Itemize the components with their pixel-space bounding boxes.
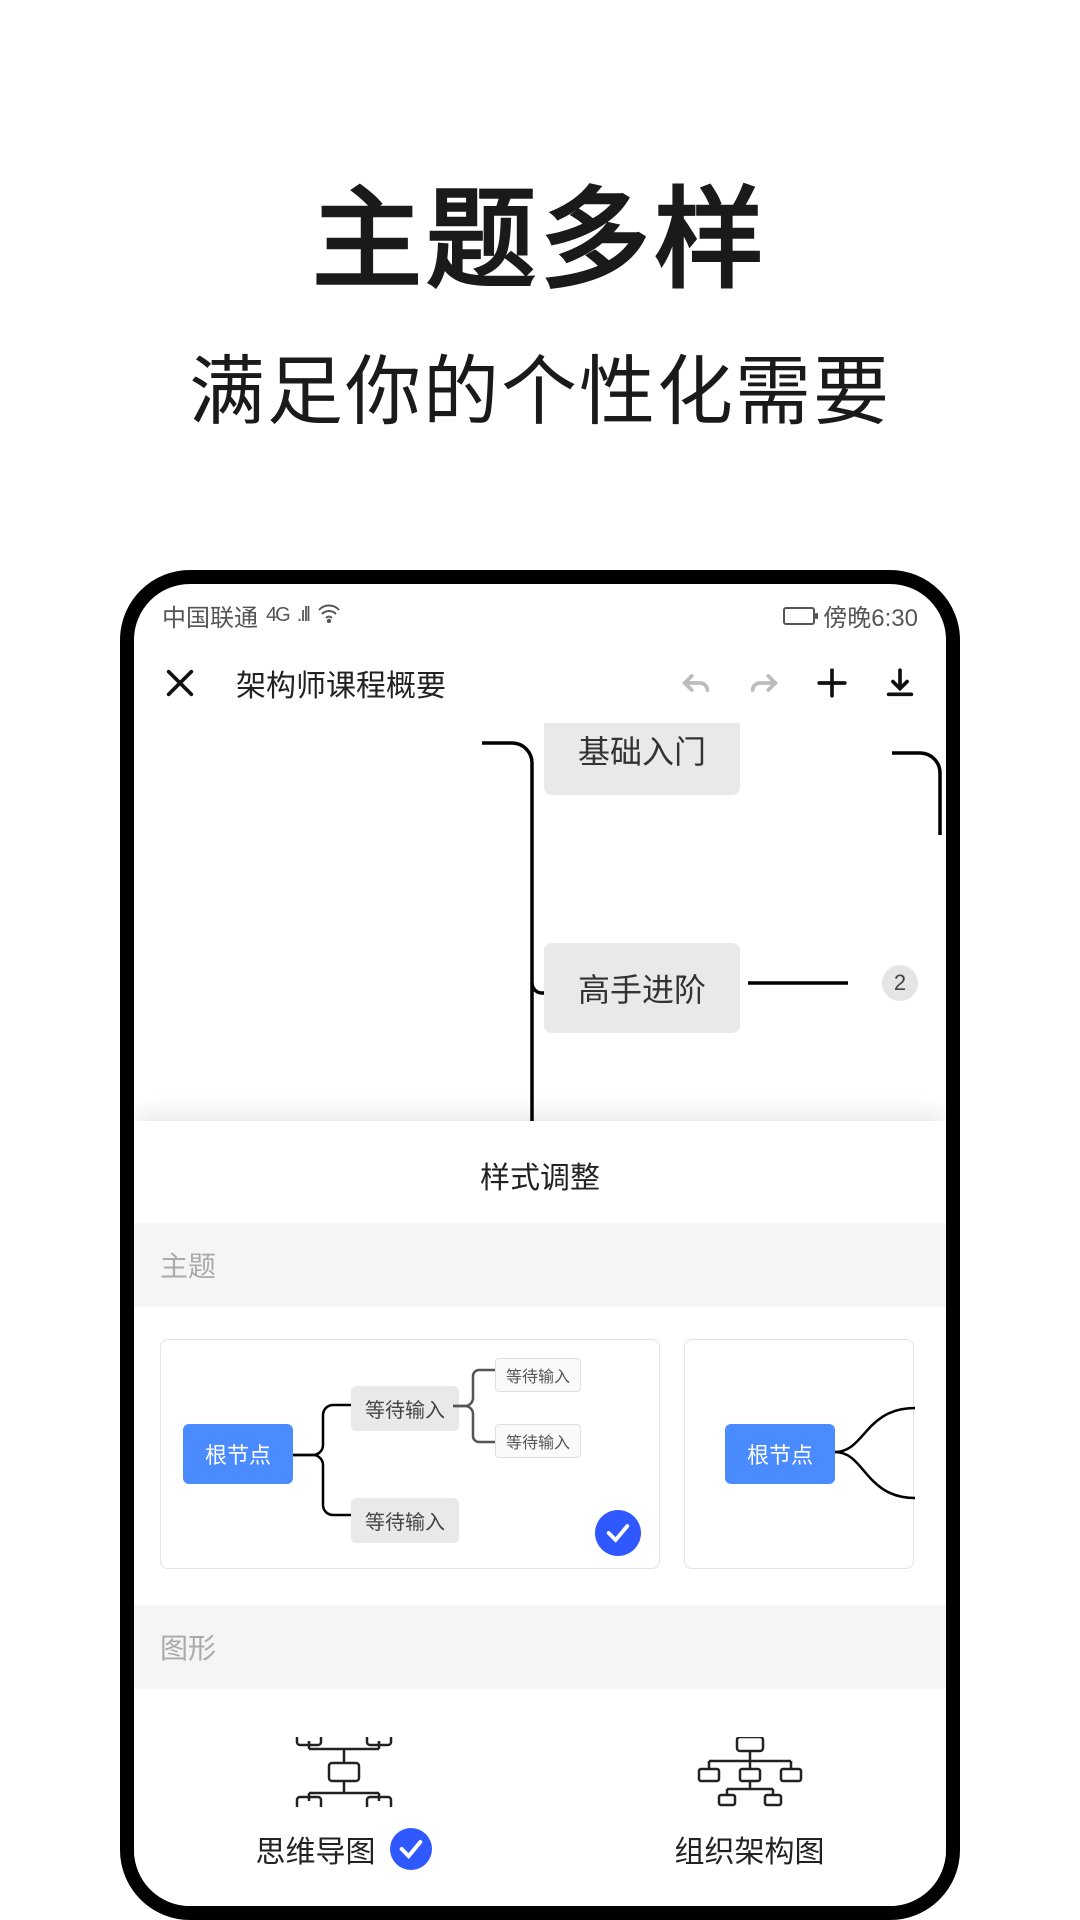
child-count-badge[interactable]: 2	[882, 965, 918, 1001]
shape-label: 思维导图	[256, 1827, 376, 1871]
hero-subtitle: 满足你的个性化需要	[189, 330, 891, 440]
close-icon[interactable]	[160, 663, 200, 703]
shape-option-orgchart[interactable]: 组织架构图	[675, 1737, 825, 1871]
carrier-label: 中国联通	[162, 598, 258, 633]
mini-leaf-node: 等待输入	[495, 1424, 581, 1458]
mini-root-node: 根节点	[183, 1424, 293, 1484]
shape-option-mindmap[interactable]: 思维导图	[256, 1737, 432, 1871]
sheet-title: 样式调整	[134, 1121, 946, 1223]
theme-option-1[interactable]: 根节点 等待输入 等待输入 等待输入 等待输入	[160, 1339, 660, 1569]
selected-check-icon	[595, 1510, 641, 1556]
mindmap-node[interactable]: 高手进阶	[544, 943, 740, 1033]
selected-check-icon	[390, 1828, 432, 1870]
mini-leaf-node: 等待输入	[495, 1358, 581, 1392]
marketing-hero: 主题多样 满足你的个性化需要	[189, 150, 891, 440]
theme-list: 根节点 等待输入 等待输入 等待输入 等待输入	[134, 1307, 946, 1605]
status-bar: 中国联通 4G .ıll 傍晚6:30	[134, 584, 946, 643]
add-icon[interactable]	[812, 663, 852, 703]
document-title: 架构师课程概要	[236, 661, 446, 705]
section-shape-heading: 图形	[134, 1605, 946, 1689]
undo-icon[interactable]	[676, 663, 716, 703]
mini-root-node: 根节点	[725, 1424, 835, 1484]
network-badge: 4G	[266, 604, 289, 627]
signal-icon: .ıll	[297, 604, 309, 627]
clock-label: 傍晚6:30	[823, 598, 918, 633]
section-theme-heading: 主题	[134, 1223, 946, 1307]
download-icon[interactable]	[880, 663, 920, 703]
shape-label: 组织架构图	[675, 1827, 825, 1871]
mindmap-shape-icon	[289, 1737, 399, 1807]
theme-option-2[interactable]: 根节点	[684, 1339, 914, 1569]
battery-icon	[783, 607, 815, 625]
device-frame: 中国联通 4G .ıll 傍晚6:30 架构师课程概要	[120, 570, 960, 1920]
redo-icon[interactable]	[744, 663, 784, 703]
style-sheet-panel: 样式调整 主题 根节点 等待输入 等待输入 等待输入 等待	[134, 1121, 946, 1906]
editor-toolbar: 架构师课程概要	[134, 643, 946, 723]
mini-child-node: 等待输入	[351, 1498, 459, 1543]
mindmap-node[interactable]: 基础入门	[544, 723, 740, 795]
wifi-icon	[317, 602, 341, 630]
orgchart-shape-icon	[695, 1737, 805, 1807]
hero-title: 主题多样	[189, 150, 891, 310]
mini-child-node: 等待输入	[351, 1386, 459, 1431]
